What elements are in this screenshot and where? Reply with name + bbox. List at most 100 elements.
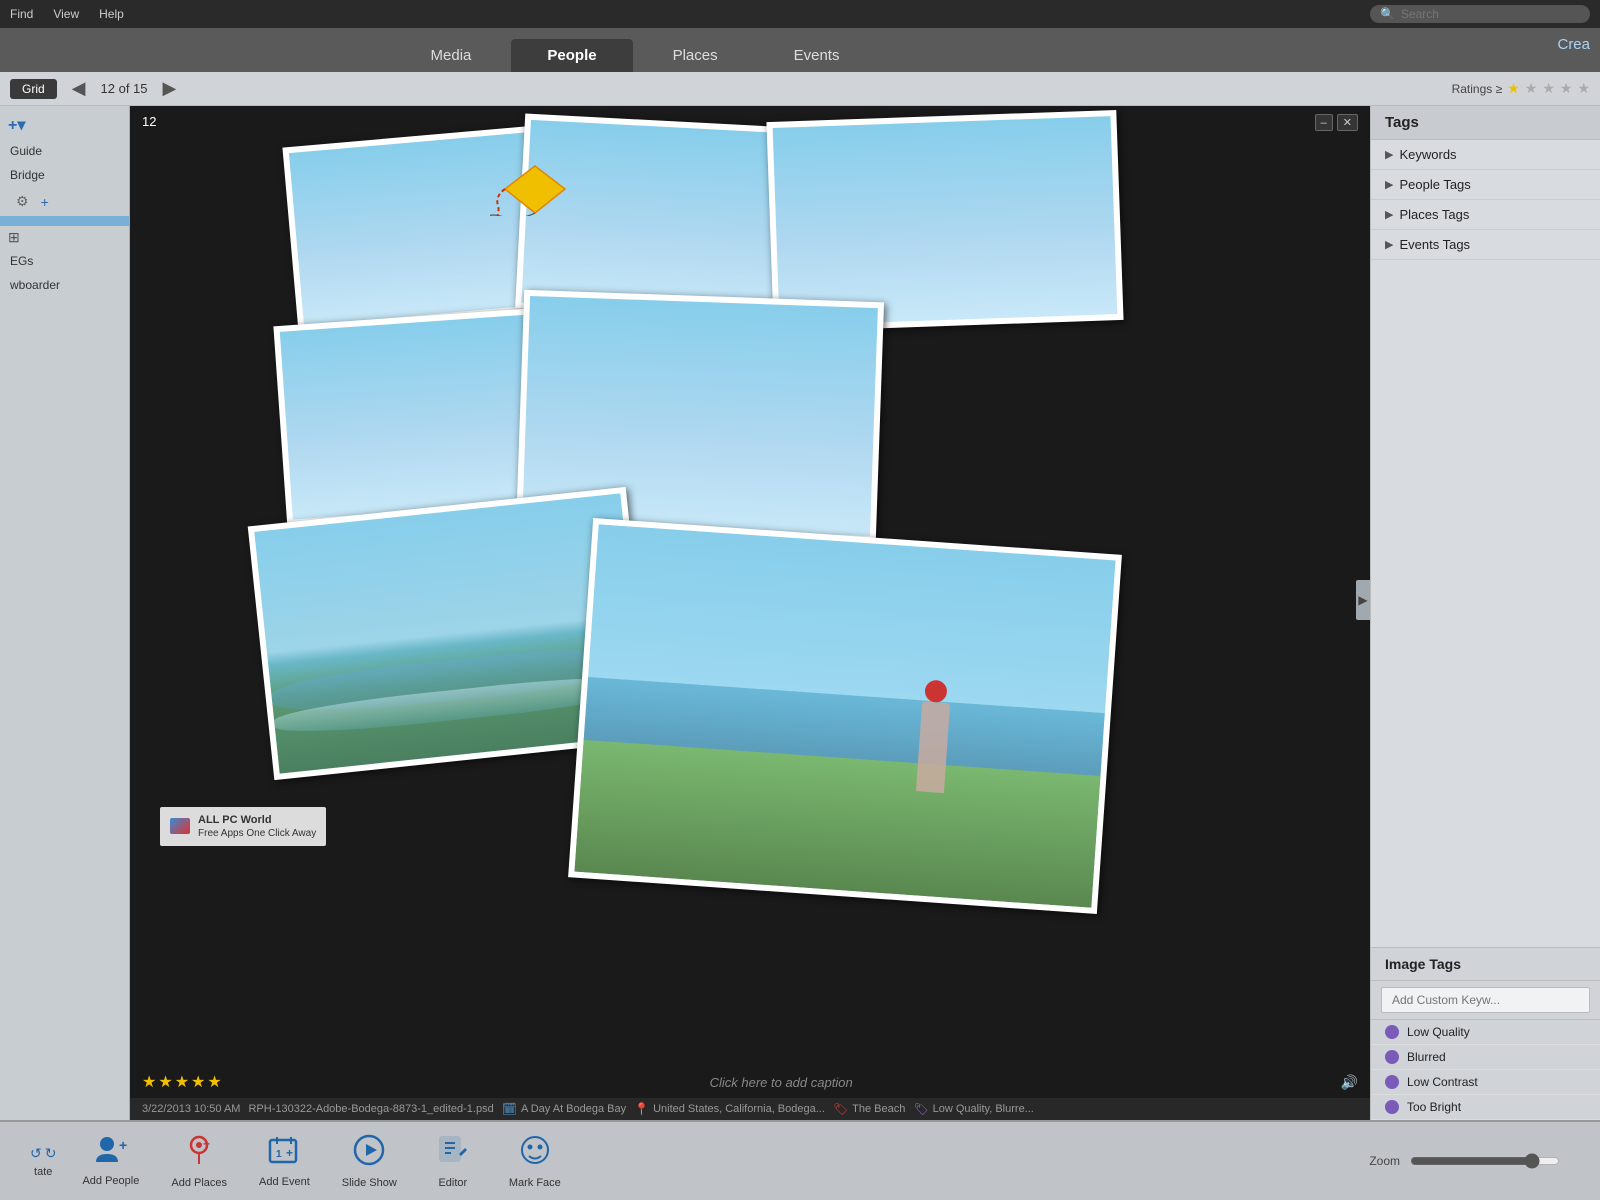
sidebar-item-bridge[interactable]: Bridge <box>0 163 129 187</box>
create-button[interactable]: Crea <box>1557 36 1590 53</box>
add-people-icon: + <box>95 1136 127 1171</box>
tag-item-events[interactable]: ▶ Events Tags <box>1371 230 1600 260</box>
zoom-slider[interactable] <box>1410 1153 1560 1169</box>
rating-star-5[interactable]: ★ <box>207 1072 221 1092</box>
places-tags-arrow: ▶ <box>1385 208 1393 221</box>
rotate-label: tate <box>34 1166 52 1178</box>
search-box: 🔍 <box>1370 5 1590 23</box>
add-event-icon: 1 + <box>268 1135 300 1172</box>
left-sidebar: +▾ Guide Bridge ⚙ + ⊞ EGs wboarder <box>0 106 130 1120</box>
ratings-area: Ratings ≥ ★ ★ ★ ★ ★ <box>1452 80 1590 97</box>
star-5[interactable]: ★ <box>1577 80 1590 97</box>
menu-help[interactable]: Help <box>99 7 124 21</box>
photo-card-7[interactable] <box>568 518 1122 914</box>
editor-label: Editor <box>438 1177 467 1189</box>
tag-item-places[interactable]: ▶ Places Tags <box>1371 200 1600 230</box>
star-4[interactable]: ★ <box>1560 80 1573 97</box>
bottom-toolbar: ↺ ↻ tate + Add People + Add Places <box>0 1120 1600 1200</box>
next-arrow[interactable]: ▶ <box>158 78 182 99</box>
sidebar-item-wboarder[interactable]: wboarder <box>0 273 129 297</box>
meta-tag-album: 🏷 The Beach <box>833 1102 905 1116</box>
stars-row: ★ ★ ★ ★ ★ <box>142 1072 222 1092</box>
star-1[interactable]: ★ <box>1507 80 1520 97</box>
album-icon: 🏷 <box>833 1102 848 1116</box>
svg-text:1: 1 <box>276 1149 282 1160</box>
collage-minimize-btn[interactable]: – <box>1315 114 1333 131</box>
sidebar-item-guide[interactable]: Guide <box>0 139 129 163</box>
sidebar-sub-controls: ⚙ + <box>0 187 129 216</box>
image-tag-label-4: Too Bright <box>1407 1100 1461 1114</box>
meta-quality-text: Low Quality, Blurre... <box>933 1103 1034 1115</box>
tag-dot-1 <box>1385 1025 1399 1039</box>
tag-dot-3 <box>1385 1075 1399 1089</box>
tag-dot-4 <box>1385 1100 1399 1114</box>
events-tags-label: Events Tags <box>1399 237 1470 252</box>
meta-tag-location: 📍 United States, California, Bodega... <box>634 1102 825 1116</box>
tab-events[interactable]: Events <box>758 39 876 72</box>
star-3[interactable]: ★ <box>1542 80 1555 97</box>
rating-star-3[interactable]: ★ <box>175 1072 189 1092</box>
search-input[interactable] <box>1401 7 1580 21</box>
expand-sidebar-btn[interactable]: ▶ <box>1356 580 1370 620</box>
add-places-icon: + <box>185 1134 213 1173</box>
gear-icon[interactable]: ⚙ <box>8 190 37 213</box>
keywords-arrow: ▶ <box>1385 148 1393 161</box>
add-places-button[interactable]: + Add Places <box>155 1128 243 1195</box>
tag-dot-2 <box>1385 1050 1399 1064</box>
tag-item-people[interactable]: ▶ People Tags <box>1371 170 1600 200</box>
tag-item-keywords[interactable]: ▶ Keywords <box>1371 140 1600 170</box>
plus-icon: +▾ <box>8 115 25 135</box>
photo-card-3[interactable] <box>766 110 1123 332</box>
photos-area: 12 – ✕ <box>130 106 1370 1066</box>
collage-close-btn[interactable]: ✕ <box>1337 114 1358 131</box>
meta-event-text: A Day At Bodega Bay <box>521 1103 626 1115</box>
add-event-label: Add Event <box>259 1176 310 1188</box>
zoom-area: Zoom <box>1369 1153 1580 1169</box>
tab-media[interactable]: Media <box>395 39 508 72</box>
rating-star-4[interactable]: ★ <box>191 1072 205 1092</box>
quality-icon: 🏷 <box>913 1102 928 1116</box>
add-keyword-wrap <box>1371 981 1600 1020</box>
editor-icon <box>437 1134 469 1173</box>
tab-people[interactable]: People <box>511 39 632 72</box>
star-2[interactable]: ★ <box>1525 80 1538 97</box>
main-layout: +▾ Guide Bridge ⚙ + ⊞ EGs wboarder 12 – … <box>0 106 1600 1120</box>
keywords-label: Keywords <box>1399 147 1456 162</box>
sound-icon[interactable]: 🔊 <box>1341 1074 1358 1091</box>
right-sidebar: Tags ▶ Keywords ▶ People Tags ▶ Places T… <box>1370 106 1600 1120</box>
search-icon: 🔍 <box>1380 7 1395 21</box>
prev-arrow[interactable]: ◀ <box>67 78 91 99</box>
watermark-text: ALL PC World Free Apps One Click Away <box>198 813 316 840</box>
sidebar-item-egs[interactable]: EGs <box>0 249 129 273</box>
menu-find[interactable]: Find <box>10 7 33 21</box>
location-icon: 📍 <box>634 1102 649 1116</box>
collage-number: 12 <box>142 114 156 129</box>
small-add-icon[interactable]: + <box>41 194 49 210</box>
grid-button[interactable]: Grid <box>10 79 57 99</box>
add-button-top[interactable]: +▾ <box>0 111 129 139</box>
caption-text[interactable]: Click here to add caption <box>230 1075 1333 1090</box>
image-tag-label-3: Low Contrast <box>1407 1075 1478 1089</box>
mark-face-label: Mark Face <box>509 1177 561 1189</box>
info-bar: ★ ★ ★ ★ ★ Click here to add caption 🔊 <box>130 1066 1370 1098</box>
rotate-right-icon: ↻ <box>45 1145 57 1162</box>
sidebar-item-active[interactable] <box>0 216 129 226</box>
rotate-button[interactable]: ↺ ↻ tate <box>20 1139 66 1184</box>
rating-star-1[interactable]: ★ <box>142 1072 156 1092</box>
editor-button[interactable]: Editor <box>413 1128 493 1195</box>
menu-view[interactable]: View <box>53 7 79 21</box>
event-icon: 🗓 <box>502 1102 517 1116</box>
tab-places[interactable]: Places <box>637 39 754 72</box>
mark-face-button[interactable]: Mark Face <box>493 1128 577 1195</box>
slideshow-button[interactable]: Slide Show <box>326 1128 413 1195</box>
pagination-label: 12 of 15 <box>101 81 148 96</box>
people-tags-label: People Tags <box>1399 177 1470 192</box>
icon-sq: ⊞ <box>8 229 20 246</box>
image-tag-blurred: Blurred <box>1371 1045 1600 1070</box>
meta-date: 3/22/2013 10:50 AM <box>142 1103 240 1115</box>
add-people-button[interactable]: + Add People <box>66 1130 155 1193</box>
rotate-left-icon: ↺ <box>30 1145 42 1162</box>
rating-star-2[interactable]: ★ <box>158 1072 172 1092</box>
add-event-button[interactable]: 1 + Add Event <box>243 1129 326 1194</box>
add-keyword-input[interactable] <box>1381 987 1590 1013</box>
